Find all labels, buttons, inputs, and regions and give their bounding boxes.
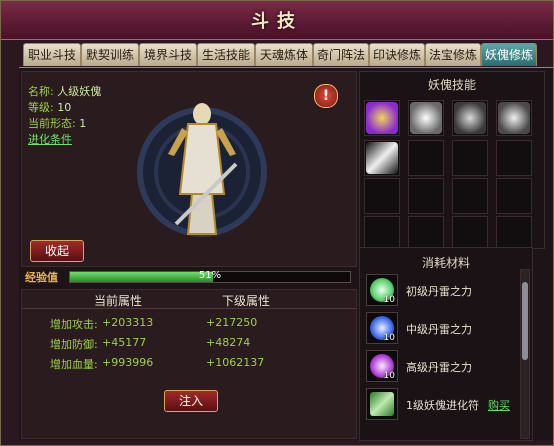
attribute-row: 增加血量: +993996 +1062137 [22, 356, 356, 376]
puppet-skills-panel: 妖傀技能 [359, 71, 545, 252]
experience-bar: 经验值 51% [25, 269, 355, 285]
alert-icon[interactable]: ! [314, 84, 338, 108]
experience-percent: 51% [198, 270, 222, 281]
material-item[interactable]: 10 中级丹雷之力 [366, 312, 526, 346]
form-label: 当前形态: [28, 117, 76, 130]
puppet-form: 1 [79, 117, 87, 130]
puppet-info: 名称: 人级妖傀 等级: 10 当前形态: 1 进化条件 [28, 84, 101, 148]
material-item[interactable]: 1级妖傀进化符 购买 [366, 388, 526, 422]
tab-shenghuo[interactable]: 生活技能 [197, 43, 255, 66]
attribute-label: 增加攻击: [50, 318, 98, 331]
material-icon: 10 [366, 350, 398, 382]
evolution-talisman-icon [370, 392, 394, 416]
materials-scrollbar[interactable] [520, 269, 530, 439]
dou-ji-window: 斗技 职业斗技 默契训练 境界斗技 生活技能 天魂炼体 奇门阵法 印诀修炼 法宝… [0, 0, 554, 446]
empty-skill-slot[interactable] [364, 178, 400, 214]
puppet-name: 人级妖傀 [57, 85, 102, 98]
empty-skill-slot[interactable] [452, 140, 488, 176]
tab-yinjue[interactable]: 印诀修炼 [369, 43, 425, 66]
empty-skill-slot[interactable] [452, 178, 488, 214]
attribute-label: 增加防御: [50, 338, 98, 351]
attribute-next: +1062137 [206, 356, 265, 369]
demon-skill-icon [454, 102, 486, 134]
material-item[interactable]: 10 高级丹雷之力 [366, 350, 526, 384]
skill-slot-2[interactable] [408, 100, 444, 136]
advance-condition-link[interactable]: 进化条件 [28, 133, 72, 146]
puppet-figure [137, 103, 267, 237]
attribute-row: 增加攻击: +203313 +217250 [22, 316, 356, 336]
tab-yaokui[interactable]: 妖傀修炼 [481, 43, 537, 66]
purple-orb-skill-icon [366, 102, 398, 134]
attribute-next: +217250 [206, 316, 258, 329]
next-attr-header: 下级属性 [222, 294, 271, 308]
material-count: 10 [383, 333, 395, 343]
material-name: 中级丹雷之力 [406, 323, 472, 336]
tab-zhiye[interactable]: 职业斗技 [23, 43, 81, 66]
warrior-skill-icon [410, 102, 442, 134]
attribute-current: +993996 [102, 356, 154, 369]
material-name: 初级丹雷之力 [406, 285, 472, 298]
skill-slot-1[interactable] [364, 100, 400, 136]
tab-fabao[interactable]: 法宝修炼 [425, 43, 481, 66]
attribute-current: +203313 [102, 316, 154, 329]
sword-skill-icon [366, 142, 398, 174]
scroll-thumb[interactable] [522, 282, 528, 360]
material-name: 1级妖傀进化符 [406, 399, 479, 412]
header-divider [22, 308, 356, 309]
material-icon: 10 [366, 274, 398, 306]
material-icon: 10 [366, 312, 398, 344]
material-icon [366, 388, 398, 420]
attribute-row: 增加防御: +45177 +48274 [22, 336, 356, 356]
experience-progress: 51% [69, 270, 351, 283]
material-name: 高级丹雷之力 [406, 361, 472, 374]
skill-slot-3[interactable] [452, 100, 488, 136]
material-item[interactable]: 10 初级丹雷之力 [366, 274, 526, 308]
skills-header: 妖傀技能 [427, 78, 476, 92]
buy-link[interactable]: 购买 [488, 397, 510, 413]
title-bar: 斗技 [1, 1, 553, 40]
skill-slot-4[interactable] [496, 100, 532, 136]
tab-moqi[interactable]: 默契训练 [81, 43, 139, 66]
attribute-label: 增加血量: [50, 358, 98, 371]
empty-skill-slot[interactable] [496, 140, 532, 176]
level-label: 等级: [28, 101, 54, 114]
material-count: 10 [383, 371, 395, 381]
name-label: 名称: [28, 85, 54, 98]
empty-skill-slot[interactable] [496, 178, 532, 214]
inject-button[interactable]: 注入 [164, 390, 218, 412]
current-attr-header: 当前属性 [94, 294, 143, 308]
puppet-panel: 名称: 人级妖傀 等级: 10 当前形态: 1 进化条件 ! 收起 [21, 71, 357, 267]
window-title: 斗技 [251, 11, 303, 32]
spirit-skill-icon [498, 102, 530, 134]
material-count: 10 [383, 295, 395, 305]
puppet-level: 10 [57, 101, 72, 114]
empty-skill-slot[interactable] [408, 140, 444, 176]
tab-jingjie[interactable]: 境界斗技 [139, 43, 197, 66]
collapse-button[interactable]: 收起 [30, 240, 84, 262]
empty-skill-slot[interactable] [408, 178, 444, 214]
tab-tianhun[interactable]: 天魂炼体 [255, 43, 313, 66]
materials-header: 消耗材料 [421, 256, 470, 270]
attributes-panel: 当前属性 下级属性 增加攻击: +203313 +217250 增加防御: +4… [21, 289, 357, 439]
experience-label: 经验值 [25, 271, 58, 284]
tab-qimen[interactable]: 奇门阵法 [313, 43, 369, 66]
attribute-current: +45177 [102, 336, 147, 349]
materials-panel: 消耗材料 10 初级丹雷之力 10 中级丹雷之力 10 高级丹雷之力 1级妖傀进… [359, 247, 533, 441]
attribute-next: +48274 [206, 336, 251, 349]
skill-slot-5[interactable] [364, 140, 400, 176]
